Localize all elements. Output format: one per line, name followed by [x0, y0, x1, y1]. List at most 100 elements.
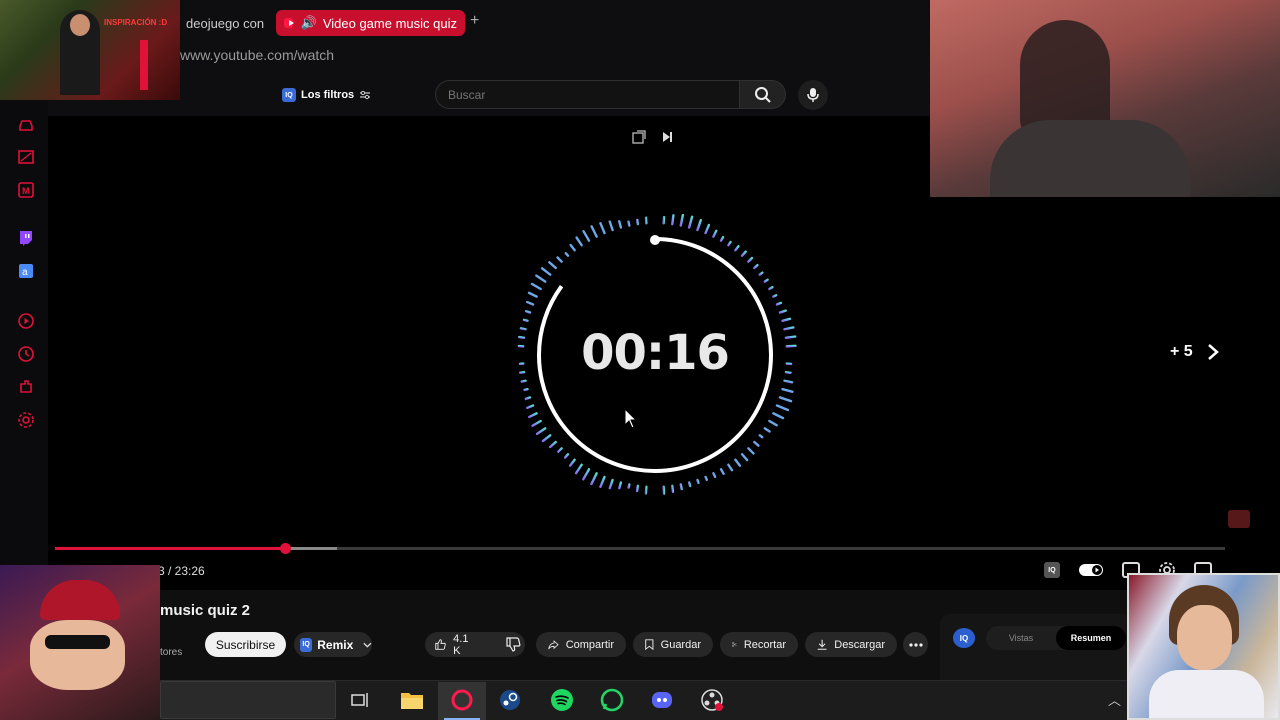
obs-icon[interactable]	[700, 688, 724, 712]
share-button[interactable]: Compartir	[536, 632, 626, 657]
visualizer-tick	[563, 453, 570, 459]
voice-search-button[interactable]	[798, 80, 828, 110]
countdown-timer: 00:16	[581, 325, 730, 381]
clip-button[interactable]: Recortar	[720, 632, 798, 657]
extensions-icon[interactable]	[17, 378, 35, 396]
visualizer-tick	[783, 326, 795, 331]
overlay-badge-icon	[1228, 510, 1250, 528]
visualizer-tick	[608, 478, 614, 490]
visualizer-tick	[768, 285, 774, 291]
visualizer-tick	[778, 396, 793, 403]
visualizer-tick	[772, 412, 785, 420]
browser-tab-inactive[interactable]: deojuego con l	[178, 10, 268, 36]
visualizer-tick	[772, 294, 778, 298]
visualizer-tick	[696, 218, 702, 232]
visualizer-tick	[635, 484, 639, 493]
remix-button[interactable]: IQ Remix	[294, 632, 372, 657]
iq-icon: IQ	[300, 637, 313, 652]
task-view-icon[interactable]	[349, 688, 373, 712]
car-icon[interactable]	[17, 116, 35, 134]
visualizer-tick	[768, 419, 778, 427]
visualizer-tick	[528, 412, 538, 419]
thumbnail-caption: INSPIRACIÓN :D	[104, 18, 168, 27]
visualizer-tick	[548, 261, 557, 270]
download-button[interactable]: Descargar	[805, 632, 897, 657]
visualizer-tick	[734, 458, 742, 467]
streamer-body-shape	[990, 120, 1190, 197]
visualizer-tick	[727, 240, 732, 247]
like-button[interactable]: 4.1 K	[425, 632, 482, 657]
tag-icon[interactable]	[17, 148, 35, 166]
visualizer-tick	[719, 468, 725, 476]
visualizer-tick	[763, 427, 771, 433]
more-actions-button[interactable]	[903, 632, 928, 657]
visualizer-tick	[608, 220, 614, 232]
visualizer-tick	[541, 434, 552, 443]
opera-gx-icon[interactable]	[450, 688, 474, 712]
iq-panel-icon[interactable]: IQ	[953, 628, 975, 648]
tab-summary[interactable]: Resumen	[1056, 626, 1126, 650]
file-explorer-icon[interactable]	[400, 688, 424, 712]
iq-player-icon[interactable]: IQ	[1044, 562, 1060, 578]
messenger-icon[interactable]: M	[17, 181, 35, 199]
streamer-webcam-overlay	[930, 0, 1280, 197]
history-icon[interactable]	[17, 345, 35, 363]
visualizer-tick	[569, 243, 576, 252]
visualizer-tick	[627, 220, 631, 227]
visualizer-tick	[575, 236, 583, 247]
taskbar-search[interactable]	[160, 681, 336, 719]
system-tray-chevron-icon[interactable]: ︿	[1108, 690, 1121, 709]
astronaut-photo-overlay	[1127, 573, 1280, 720]
search-input[interactable]	[435, 80, 739, 109]
search-button[interactable]	[739, 80, 786, 109]
progress-played	[55, 547, 286, 550]
visualizer-tick	[778, 309, 787, 314]
iq-icon: IQ	[282, 88, 296, 102]
twitch-icon[interactable]	[17, 229, 35, 247]
visualizer-tick	[753, 440, 760, 447]
visualizer-tick	[704, 223, 711, 235]
video-progress-bar[interactable]	[55, 543, 1225, 554]
visualizer-tick	[517, 335, 526, 339]
tab-label: Video game music quiz	[322, 15, 457, 31]
settings-gear-icon[interactable]	[17, 411, 35, 429]
new-tab-button[interactable]: +	[470, 12, 479, 30]
browser-tab-active[interactable]: 🔊 Video game music quiz	[276, 10, 465, 36]
autoplay-toggle-icon[interactable]	[1078, 563, 1104, 577]
visualizer-tick	[557, 447, 563, 453]
tab-views[interactable]: Vistas	[986, 626, 1056, 650]
dislike-button[interactable]	[496, 632, 531, 657]
visualizer-tick	[783, 379, 794, 384]
next-track-icon[interactable]	[660, 130, 674, 144]
visualizer-tick	[781, 387, 794, 394]
tab-label: deojuego con l	[186, 15, 268, 31]
visualizer-tick	[574, 463, 583, 475]
mouse-cursor-icon	[624, 408, 638, 429]
download-label: Descargar	[834, 638, 885, 651]
thumbs-up-icon	[435, 639, 446, 650]
timer-arc-head	[650, 235, 660, 245]
spotify-icon[interactable]	[550, 688, 574, 712]
whatsapp-icon[interactable]	[600, 688, 624, 712]
visualizer-tick	[679, 483, 683, 491]
visualizer-tick	[719, 235, 725, 242]
visualizer-tick	[519, 371, 526, 374]
translate-icon[interactable]: a	[17, 262, 35, 280]
visualizer-tick	[618, 481, 623, 490]
visualizer-tick	[712, 229, 718, 238]
play-circle-icon[interactable]	[17, 312, 35, 330]
address-bar[interactable]: www.youtube.com/watch	[180, 47, 334, 63]
discord-icon[interactable]	[650, 688, 674, 712]
visualizer-tick	[530, 282, 542, 291]
visualizer-tick	[687, 481, 692, 488]
panel-tab-switcher: Vistas Resumen	[986, 626, 1126, 650]
skip-forward-button[interactable]: + 5	[1170, 343, 1219, 361]
visualizer-tick	[568, 458, 576, 467]
filters-chip[interactable]: IQ Los filtros	[282, 83, 371, 107]
thumbs-down-icon	[506, 637, 521, 652]
visualizer-tick	[520, 379, 527, 383]
picture-in-picture-icon[interactable]	[632, 130, 646, 144]
subscribe-button[interactable]: Suscribirse	[205, 632, 286, 657]
save-button[interactable]: Guardar	[633, 632, 713, 657]
steam-icon[interactable]	[498, 688, 522, 712]
